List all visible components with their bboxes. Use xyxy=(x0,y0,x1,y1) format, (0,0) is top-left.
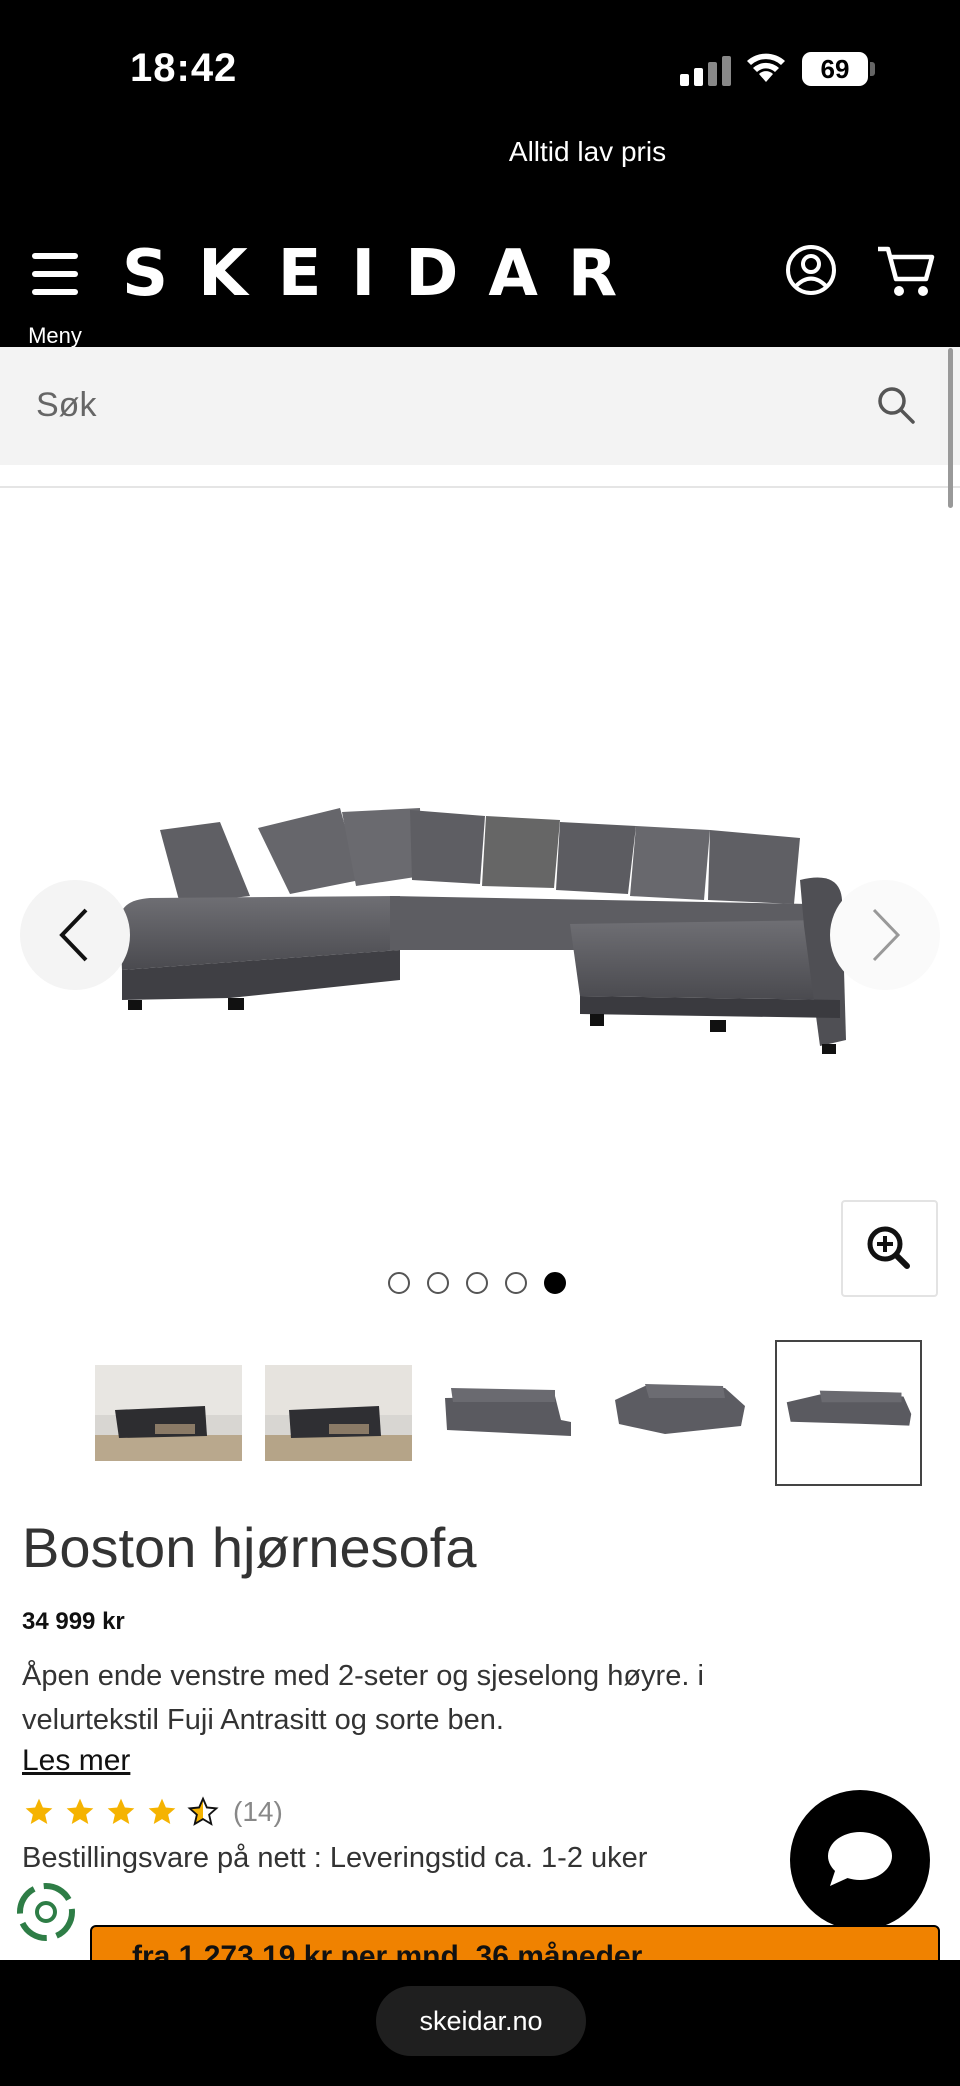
chat-bubble-icon xyxy=(828,1832,892,1886)
cellular-signal-icon xyxy=(680,56,731,86)
room-photo xyxy=(95,1365,242,1461)
menu-label: Meny xyxy=(28,323,82,348)
financing-button[interactable]: fra 1 273,19 kr per mnd, 36 måneder xyxy=(90,1925,940,1965)
wifi-icon xyxy=(747,53,785,82)
previous-image-button[interactable] xyxy=(20,880,130,990)
thumbnail-strip xyxy=(95,1340,925,1488)
star-full-icon xyxy=(107,1798,135,1824)
promo-text: Alltid lav pris xyxy=(508,136,667,167)
sofa-photo xyxy=(615,1384,745,1434)
scrollbar[interactable] xyxy=(948,348,953,508)
thumbnail-1[interactable] xyxy=(95,1340,242,1486)
battery-tip xyxy=(870,62,875,76)
cart-icon[interactable] xyxy=(874,241,938,301)
divider xyxy=(0,486,960,488)
thumbnail-2[interactable] xyxy=(265,1340,412,1486)
product-gallery xyxy=(0,490,960,1310)
rating[interactable]: (14) xyxy=(22,1796,283,1830)
promo-strip: Alltid lav pris xyxy=(0,120,960,225)
menu-button[interactable]: Meny xyxy=(22,245,92,348)
star-full-icon xyxy=(66,1798,94,1824)
star-full-icon xyxy=(25,1798,53,1824)
pagination-dot[interactable] xyxy=(427,1272,449,1294)
url-bar[interactable]: skeidar.no xyxy=(376,1986,586,2056)
product-price: 34 999 kr xyxy=(22,1608,125,1635)
product-description: Åpen ende venstre med 2-seter og sjeselo… xyxy=(22,1660,704,1736)
thumbnail-4[interactable] xyxy=(605,1340,752,1486)
zoom-button[interactable] xyxy=(841,1200,938,1297)
status-bar: 18:42 69 xyxy=(0,0,960,130)
eco-badge-icon[interactable] xyxy=(14,1880,78,1944)
search-icon[interactable] xyxy=(876,385,916,425)
review-count[interactable]: (14) xyxy=(233,1796,283,1828)
pagination-dot-active[interactable] xyxy=(544,1272,566,1294)
next-image-button[interactable] xyxy=(830,880,940,990)
search-input[interactable] xyxy=(36,377,836,433)
delivery-info: Bestillingsvare på nett : Leveringstid c… xyxy=(22,1842,648,1874)
sofa-photo xyxy=(786,1390,912,1426)
site-header: Meny SKEIDAR xyxy=(0,225,960,348)
pagination-dot[interactable] xyxy=(505,1272,527,1294)
skeidar-logo[interactable]: SKEIDAR xyxy=(122,237,647,311)
chevron-left-icon xyxy=(59,908,88,962)
star-full-icon xyxy=(148,1798,176,1824)
search-bar xyxy=(0,347,960,465)
clock: 18:42 xyxy=(130,46,238,90)
product-image[interactable] xyxy=(110,800,850,1060)
product-title: Boston hjørnesofa xyxy=(22,1516,477,1579)
thumbnail-3[interactable] xyxy=(435,1340,582,1486)
hamburger-icon xyxy=(32,253,78,259)
account-icon[interactable] xyxy=(784,243,838,297)
room-photo xyxy=(265,1365,412,1461)
hamburger-icon-bar xyxy=(32,271,78,277)
browser-bar: skeidar.no xyxy=(0,1960,960,2086)
gallery-pagination xyxy=(388,1272,583,1296)
chevron-right-icon xyxy=(872,908,901,962)
sofa-photo xyxy=(445,1388,571,1436)
pagination-dot[interactable] xyxy=(466,1272,488,1294)
battery-indicator: 69 xyxy=(802,52,868,86)
read-more-link[interactable]: Les mer xyxy=(22,1744,130,1778)
zoom-in-icon xyxy=(867,1226,910,1269)
pagination-dot[interactable] xyxy=(388,1272,410,1294)
star-half-icon xyxy=(187,1796,219,1826)
hamburger-icon-bar xyxy=(32,289,78,295)
thumbnail-5[interactable] xyxy=(775,1340,922,1486)
chat-button[interactable] xyxy=(790,1790,930,1930)
